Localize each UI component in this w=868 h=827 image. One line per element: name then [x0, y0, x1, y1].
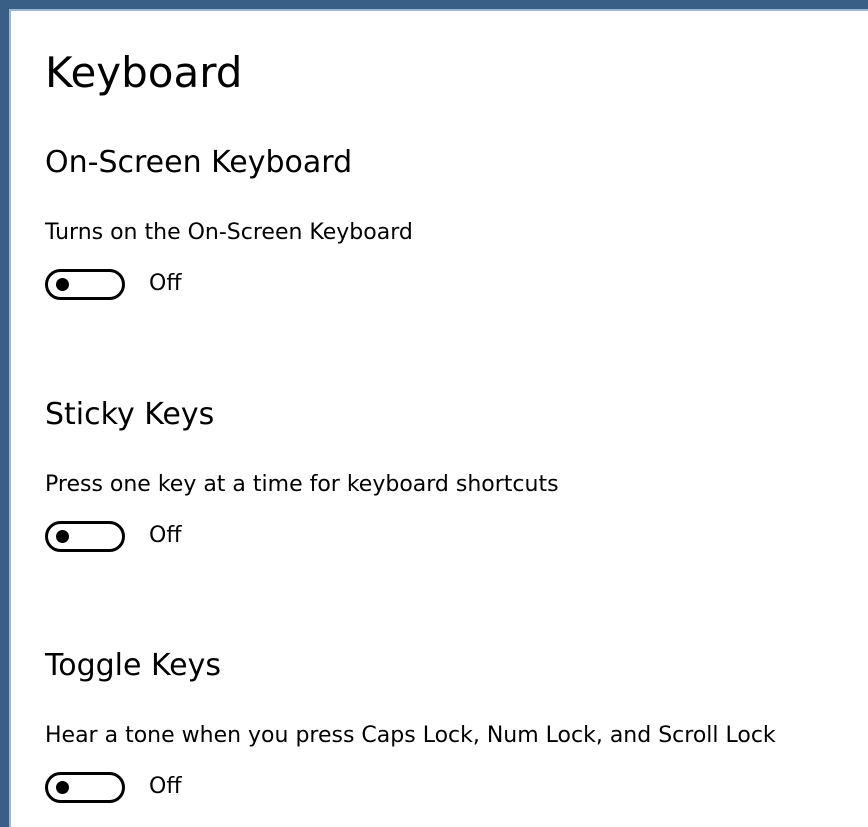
settings-window: Keyboard On-Screen Keyboard Turns on the… — [0, 0, 868, 827]
section-description: Press one key at a time for keyboard sho… — [45, 472, 559, 497]
page-title: Keyboard — [45, 48, 243, 97]
sticky-keys-toggle[interactable]: Off — [45, 516, 345, 556]
toggle-switch[interactable] — [45, 269, 125, 300]
section-heading: Toggle Keys — [45, 648, 222, 683]
section-heading: Sticky Keys — [45, 397, 215, 432]
toggle-state-label: Off — [149, 271, 182, 296]
section-description: Turns on the On-Screen Keyboard — [45, 220, 413, 245]
toggle-knob — [56, 530, 69, 543]
toggle-switch[interactable] — [45, 772, 125, 803]
toggle-knob — [56, 278, 69, 291]
toggle-state-label: Off — [149, 523, 182, 548]
section-description: Hear a tone when you press Caps Lock, Nu… — [45, 723, 776, 748]
toggle-switch[interactable] — [45, 521, 125, 552]
toggle-keys-toggle[interactable]: Off — [45, 767, 345, 807]
section-heading: On-Screen Keyboard — [45, 145, 353, 180]
on-screen-keyboard-toggle[interactable]: Off — [45, 264, 345, 304]
toggle-state-label: Off — [149, 774, 182, 799]
toggle-knob — [56, 781, 69, 794]
